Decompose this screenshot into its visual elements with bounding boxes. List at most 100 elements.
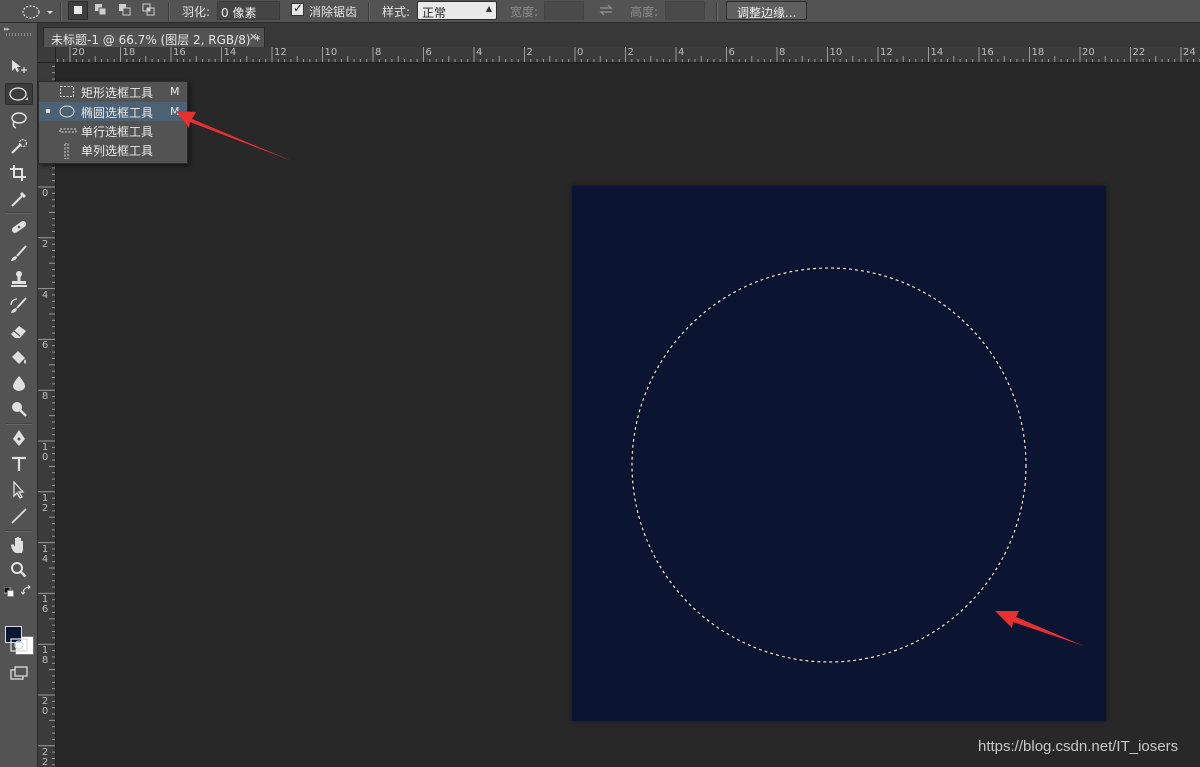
paint-bucket-tool-icon <box>12 351 26 364</box>
ruler-label: 6 <box>728 47 735 58</box>
new-selection-mode-button[interactable] <box>68 1 88 20</box>
ruler-label: 10 <box>324 47 338 58</box>
menu-item-shortcut: M <box>170 85 180 98</box>
type-tool-icon <box>12 456 26 471</box>
width-input[interactable] <box>544 1 584 20</box>
divider <box>368 2 370 21</box>
eyedropper-tool[interactable] <box>5 188 33 210</box>
intersect-selection-icon <box>142 3 155 16</box>
quick-selection-tool-icon <box>11 138 28 154</box>
type-tool[interactable] <box>5 453 33 475</box>
feather-input[interactable]: 0 像素 <box>217 1 280 20</box>
ruler-origin[interactable] <box>38 47 56 63</box>
lasso-tool[interactable] <box>5 109 33 131</box>
menu-item-label: 单行选框工具 <box>81 125 154 139</box>
menu-item-rectangular-marquee[interactable]: 矩形选框工具 M <box>39 82 187 101</box>
pen-tool[interactable] <box>5 427 33 449</box>
menu-item-single-column-marquee[interactable]: 单列选框工具 <box>39 140 187 162</box>
subtract-from-selection-mode-button[interactable] <box>116 1 136 20</box>
close-icon[interactable]: × <box>249 30 258 43</box>
document-tab-bar: 未标题-1 @ 66.7% (图层 2, RGB/8) * × <box>38 23 1200 47</box>
blur-tool[interactable] <box>5 372 33 394</box>
add-selection-icon <box>95 4 107 16</box>
intersect-selection-mode-button[interactable] <box>140 1 160 20</box>
ruler-label: 4 <box>678 47 685 58</box>
lasso-tool-icon <box>11 112 27 129</box>
path-selection-tool[interactable] <box>5 479 33 501</box>
horizontal-ruler[interactable]: 20 18 16 14 12 10 8 6 4 2 0 2 4 6 8 10 12 14 16 18 20 22 24 <box>56 47 1200 63</box>
quick-selection-tool[interactable] <box>5 136 33 158</box>
divider <box>716 2 718 21</box>
collapse-panel-icon[interactable]: ▸▸ <box>4 25 10 33</box>
document-tab[interactable]: 未标题-1 @ 66.7% (图层 2, RGB/8) * × <box>43 27 265 47</box>
width-label: 宽度: <box>510 5 539 19</box>
elliptical-selection-marquee-dash <box>631 267 1027 663</box>
paint-bucket-tool[interactable] <box>5 346 33 368</box>
document-canvas[interactable] <box>572 186 1106 721</box>
history-brush-tool[interactable] <box>5 294 33 316</box>
add-to-selection-mode-button[interactable] <box>92 1 112 20</box>
ruler-label: 4 <box>476 47 483 58</box>
swap-colors-icon[interactable] <box>20 584 33 597</box>
refine-edge-button[interactable]: 调整边缘... <box>726 1 808 20</box>
swap-width-height-icon[interactable] <box>597 3 615 17</box>
ruler-label: 12 <box>880 47 893 58</box>
move-tool-icon <box>12 60 27 73</box>
path-selection-tool-icon <box>13 481 25 499</box>
crop-tool[interactable] <box>5 162 33 184</box>
zoom-tool-icon <box>11 562 27 578</box>
divider <box>6 530 32 532</box>
line-tool[interactable] <box>5 505 33 527</box>
elliptical-marquee-icon <box>59 105 75 121</box>
height-input[interactable] <box>665 1 705 20</box>
history-brush-tool-icon <box>10 297 27 313</box>
hand-tool[interactable] <box>5 533 33 555</box>
clone-stamp-tool[interactable] <box>5 268 33 290</box>
menu-item-elliptical-marquee[interactable]: 椭圆选框工具 M <box>39 102 187 121</box>
screen-mode-icon <box>10 666 28 680</box>
ruler-label: 8 <box>375 47 382 58</box>
ruler-label: 10 <box>41 442 49 463</box>
quick-mask-mode[interactable] <box>5 634 33 656</box>
menu-item-label: 矩形选框工具 <box>81 86 154 100</box>
height-label: 高度: <box>630 5 659 19</box>
menu-item-label: 椭圆选框工具 <box>81 106 154 120</box>
ruler-label: 6 <box>41 340 49 352</box>
ruler-label: 24 <box>1183 47 1196 58</box>
move-tool[interactable] <box>5 56 33 78</box>
divider <box>60 2 62 21</box>
tool-preset-picker[interactable] <box>16 2 56 21</box>
panel-grip[interactable] <box>6 33 32 36</box>
current-tool-bullet <box>46 109 50 113</box>
antialias-checkbox[interactable] <box>291 1 304 16</box>
brush-tool[interactable] <box>5 242 33 264</box>
ruler-label: 20 <box>72 47 85 58</box>
pen-tool-icon <box>13 430 25 446</box>
divider <box>6 212 32 214</box>
ruler-label: 8 <box>779 47 786 58</box>
ruler-label: 16 <box>173 47 186 58</box>
healing-brush-tool[interactable] <box>5 216 33 238</box>
eraser-tool[interactable] <box>5 320 33 342</box>
healing-brush-tool-icon <box>11 221 27 233</box>
options-bar: 羽化: 0 像素 消除锯齿 样式: 正常 ▲ 宽度: 高度: 调整边缘... <box>0 0 1200 23</box>
ruler-label: 14 <box>223 47 237 58</box>
ruler-label: 0 <box>41 188 49 199</box>
dodge-tool[interactable] <box>5 398 33 420</box>
vertical-ruler[interactable]: 0 2 4 6 8 10 12 14 16 18 20 22 <box>38 63 56 767</box>
default-colors-icon[interactable] <box>3 586 14 597</box>
elliptical-marquee-tool[interactable] <box>5 83 33 105</box>
zoom-tool[interactable] <box>5 559 33 581</box>
quick-mask-icon <box>10 638 28 652</box>
ruler-label: 22 <box>1132 47 1146 58</box>
single-column-marquee-icon <box>59 142 75 162</box>
ruler-label: 10 <box>829 47 843 58</box>
antialias-label: 消除锯齿 <box>309 5 358 19</box>
style-select[interactable]: 正常 ▲ <box>417 1 497 20</box>
ruler-label: 12 <box>274 47 287 58</box>
ruler-label: 6 <box>425 47 432 58</box>
ruler-label: 18 <box>41 645 49 667</box>
screen-mode[interactable] <box>5 662 33 684</box>
menu-item-single-row-marquee[interactable]: 单行选框工具 <box>39 121 187 140</box>
ruler-label: 4 <box>41 289 49 301</box>
